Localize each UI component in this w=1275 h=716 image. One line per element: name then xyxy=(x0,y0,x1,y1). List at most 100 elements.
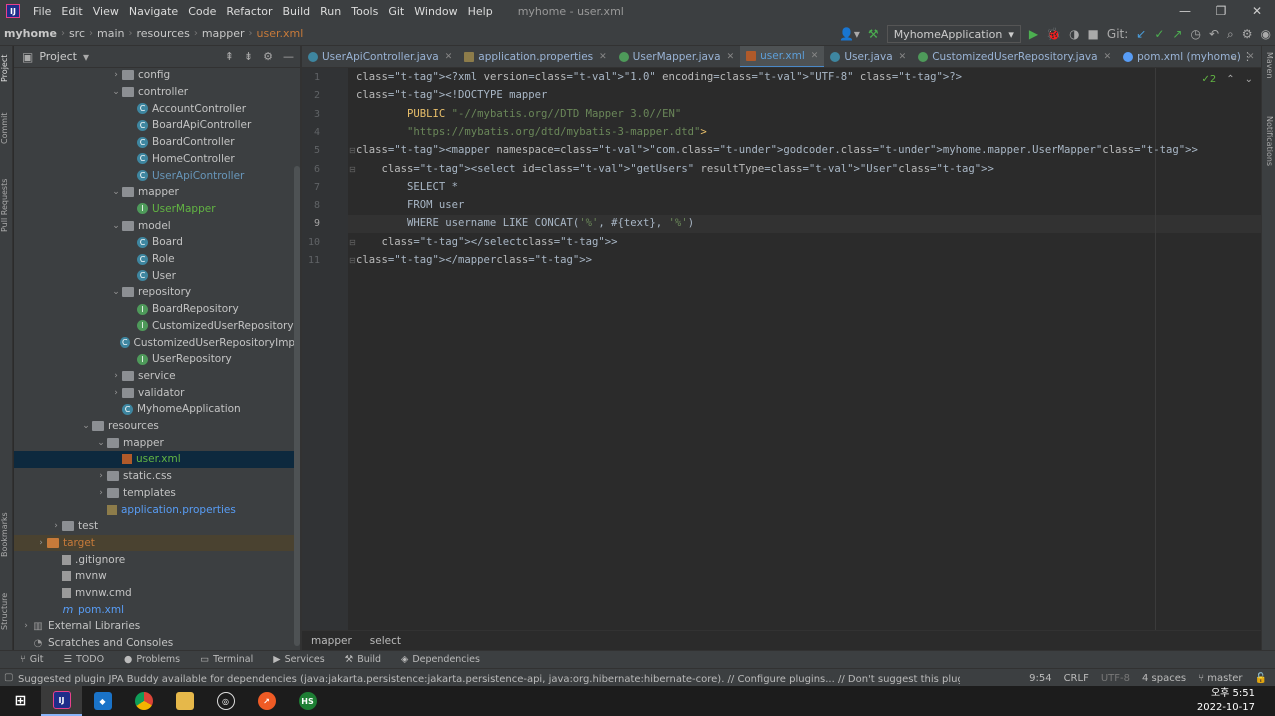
code-line[interactable]: class="t-tag"><?xml version=class="t-val… xyxy=(356,71,962,83)
inspection-widget[interactable]: ✓2 ⌃ ⌄ xyxy=(1201,74,1253,85)
tool-tab-bookmarks[interactable]: Bookmarks xyxy=(0,510,13,560)
tree-node-pom-xml[interactable]: m pom.xml xyxy=(14,601,298,618)
tool-git[interactable]: ⑂ Git xyxy=(20,654,43,665)
code-line[interactable]: class="t-tag"><mapper namespace=class="t… xyxy=(356,144,1198,156)
menu-git[interactable]: Git xyxy=(383,5,409,18)
tree-node-templates[interactable]: › templates xyxy=(14,485,298,502)
tree-node-controller[interactable]: ⌄ controller xyxy=(14,84,298,101)
close-tab-icon[interactable]: ✕ xyxy=(445,52,453,62)
github-desktop-taskbar-icon[interactable]: ◎ xyxy=(205,686,246,716)
code-line[interactable]: "https://mybatis.org/dtd/mybatis-3-mappe… xyxy=(356,126,707,138)
tool-tab-project[interactable]: Project xyxy=(0,50,13,86)
code-with-me-icon[interactable]: ◉ xyxy=(1261,27,1271,41)
options-gear-icon[interactable]: ⚙ xyxy=(263,50,273,63)
windows-start-icon[interactable]: ⊞ xyxy=(0,686,41,716)
tree-node-usermapper[interactable]: I UserMapper xyxy=(14,201,298,218)
git-commit-icon[interactable]: ✓ xyxy=(1154,27,1164,41)
chevron-right-icon[interactable]: › xyxy=(110,371,122,381)
line-number-gutter[interactable]: 1 2 3 4 5 6 7 8 9 10 11 xyxy=(302,68,348,630)
tree-node-user[interactable]: C User xyxy=(14,267,298,284)
tree-node-boardcontroller[interactable]: C BoardController xyxy=(14,134,298,151)
editor-crumb-select[interactable]: select xyxy=(370,635,401,647)
code-editor[interactable]: 1 2 3 4 5 6 7 8 9 10 11 class="t-tag"><?xml versio… xyxy=(302,68,1261,630)
code-line[interactable]: class="t-tag"><select id=class="t-val">"… xyxy=(356,163,994,175)
chevron-down-icon[interactable]: ⌄ xyxy=(1245,74,1253,85)
chevron-down-icon[interactable]: ⌄ xyxy=(110,187,122,197)
chevron-down-icon[interactable]: ⌄ xyxy=(80,421,92,431)
tool-tab-pull-requests[interactable]: Pull Requests xyxy=(0,170,13,240)
menu-window[interactable]: Window xyxy=(409,5,462,18)
tree-node-mapper[interactable]: ⌄ mapper xyxy=(14,184,298,201)
hs-taskbar-icon[interactable]: HS xyxy=(287,686,328,716)
chevron-down-icon[interactable]: ⌄ xyxy=(110,287,122,297)
file-encoding[interactable]: UTF-8 xyxy=(1101,673,1130,684)
tree-node-repository[interactable]: ⌄ repository xyxy=(14,284,298,301)
editor-tab-user-xml[interactable]: user.xml ✕ xyxy=(740,46,825,67)
restore-icon[interactable]: ❐ xyxy=(1203,0,1239,22)
chevron-right-icon[interactable]: › xyxy=(95,488,107,498)
chevron-right-icon[interactable]: › xyxy=(110,388,122,398)
tool-tab-commit[interactable]: Commit xyxy=(0,108,13,148)
menu-edit[interactable]: Edit xyxy=(56,5,87,18)
close-tab-icon[interactable]: ✕ xyxy=(599,52,607,62)
tree-node-target[interactable]: › target xyxy=(14,534,298,552)
tool-todo[interactable]: ☰ TODO xyxy=(63,654,104,665)
tree-node-customizeduserrepositoryimpl[interactable]: C CustomizedUserRepositoryImpl xyxy=(14,334,298,351)
tabs-more-icon[interactable]: ⌄ ⋮ xyxy=(1229,46,1253,67)
tree-node-mvnw[interactable]: mvnw xyxy=(14,568,298,585)
project-panel-title[interactable]: Project xyxy=(39,50,77,63)
editor-tab-userapicontroller-java[interactable]: UserApiController.java ✕ xyxy=(302,46,458,67)
user-icon[interactable]: 👤▾ xyxy=(839,27,860,41)
tree-node-config[interactable]: › config xyxy=(14,67,298,84)
tree-node-service[interactable]: › service xyxy=(14,368,298,385)
menu-run[interactable]: Run xyxy=(315,5,346,18)
git-branch[interactable]: ⑂ master xyxy=(1198,673,1242,684)
menu-build[interactable]: Build xyxy=(278,5,316,18)
history-icon[interactable]: ◷ xyxy=(1190,27,1200,41)
code-line[interactable]: WHERE username LIKE CONCAT('%', #{text},… xyxy=(356,217,694,229)
tree-node-resources[interactable]: ⌄ resources xyxy=(14,418,298,435)
close-tab-icon[interactable]: ✕ xyxy=(899,52,907,62)
coverage-icon[interactable]: ◑ xyxy=(1069,27,1079,41)
fold-marker-icon[interactable]: ⊟ xyxy=(349,146,356,155)
collapse-all-icon[interactable]: ⇟ xyxy=(244,50,253,63)
chevron-down-icon[interactable]: ▾ xyxy=(83,50,89,64)
rollback-icon[interactable]: ↶ xyxy=(1209,27,1219,41)
chevron-down-icon[interactable]: ⌄ xyxy=(110,87,122,97)
editor-crumb-mapper[interactable]: mapper xyxy=(311,635,352,647)
tree-node-accountcontroller[interactable]: C AccountController xyxy=(14,100,298,117)
close-tab-icon[interactable]: ✕ xyxy=(811,51,819,61)
tool-problems[interactable]: ● Problems xyxy=(124,654,180,665)
breadcrumb-resources[interactable]: resources xyxy=(133,27,194,40)
menu-navigate[interactable]: Navigate xyxy=(124,5,183,18)
chevron-right-icon[interactable]: › xyxy=(110,70,122,80)
tree-node-gitignore[interactable]: .gitignore xyxy=(14,551,298,568)
code-line[interactable]: FROM user xyxy=(356,199,464,211)
system-clock[interactable]: 오후 5:51 2022-10-17 xyxy=(1197,687,1255,715)
menu-code[interactable]: Code xyxy=(183,5,221,18)
vscode-taskbar-icon[interactable]: ◆ xyxy=(82,686,123,716)
debug-icon[interactable]: 🐞 xyxy=(1046,27,1061,41)
git-update-icon[interactable]: ↙ xyxy=(1136,27,1146,41)
tree-node-model[interactable]: ⌄ model xyxy=(14,217,298,234)
tree-node-mapper[interactable]: ⌄ mapper xyxy=(14,434,298,451)
status-toggle-icon[interactable]: ▢ xyxy=(4,672,13,683)
breadcrumb-mapper[interactable]: mapper xyxy=(198,27,249,40)
hide-panel-icon[interactable]: — xyxy=(283,50,294,63)
chevron-up-icon[interactable]: ⌃ xyxy=(1226,74,1234,85)
settings-icon[interactable]: ⚙ xyxy=(1242,27,1253,41)
editor-tab-user-java[interactable]: User.java ✕ xyxy=(824,46,912,67)
fold-marker-icon[interactable]: ⊟ xyxy=(349,238,356,247)
fold-marker-icon[interactable]: ⊟ xyxy=(349,256,356,265)
tree-node-static-css[interactable]: › static.css xyxy=(14,468,298,485)
editor-tab-customizeduserrepository-java[interactable]: CustomizedUserRepository.java ✕ xyxy=(912,46,1117,67)
menu-file[interactable]: File xyxy=(28,5,56,18)
fold-marker-icon[interactable]: ⊟ xyxy=(349,165,356,174)
code-line[interactable]: PUBLIC "-//mybatis.org//DTD Mapper 3.0//… xyxy=(356,108,681,120)
postman-taskbar-icon[interactable]: ↗ xyxy=(246,686,287,716)
tool-tab-structure[interactable]: Structure xyxy=(0,586,13,636)
chrome-taskbar-icon[interactable] xyxy=(123,686,164,716)
chevron-right-icon[interactable]: › xyxy=(35,538,47,548)
chevron-right-icon[interactable]: › xyxy=(50,521,62,531)
menu-view[interactable]: View xyxy=(88,5,124,18)
